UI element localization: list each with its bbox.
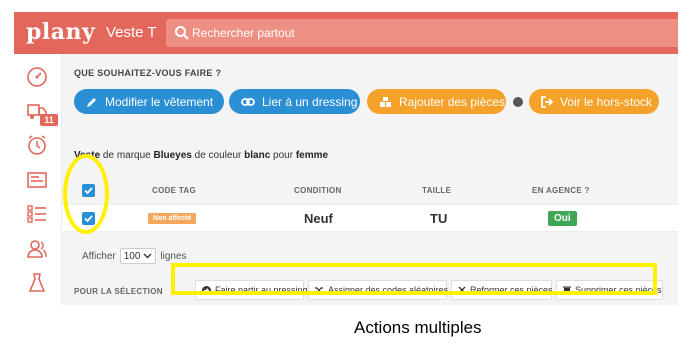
app-logo[interactable]: plany [26, 19, 95, 45]
link-dressing-button[interactable]: Lier à un dressing [229, 89, 360, 114]
link-icon [241, 97, 255, 106]
notification-badge: 11 [40, 114, 58, 126]
page-title: Veste T [106, 24, 157, 41]
condition-value: Neuf [304, 211, 333, 226]
users-icon[interactable] [26, 238, 48, 260]
highlight-circle [63, 154, 109, 234]
sign-out-icon [541, 95, 553, 108]
search-icon [175, 26, 189, 40]
gauge-icon[interactable] [26, 66, 48, 88]
sidebar: 11 [14, 54, 62, 305]
chevron-down-icon [143, 253, 152, 259]
alarm-clock-icon[interactable] [26, 134, 48, 156]
app-window: plany Veste T 11 [14, 12, 678, 305]
out-of-stock-button[interactable]: Voir le hors-stock [529, 89, 659, 114]
search-box[interactable] [166, 19, 678, 47]
column-header-size[interactable]: TAILLE [422, 186, 451, 195]
dress-icon[interactable] [26, 272, 48, 294]
cubes-icon [380, 96, 391, 107]
column-header-code-tag[interactable]: CODE TAG [152, 186, 196, 195]
search-input[interactable] [192, 19, 672, 47]
tag-list-icon[interactable] [26, 169, 48, 191]
tag-status-badge: Non affecté [148, 213, 197, 224]
highlight-rectangle [171, 263, 657, 295]
status-dot [513, 97, 523, 107]
item-description: Veste de marque Blueyes de couleur blanc… [74, 150, 329, 161]
size-value: TU [430, 211, 448, 226]
in-agency-badge: Oui [548, 211, 577, 226]
page-size-select[interactable]: 100 [119, 248, 157, 264]
table-row[interactable]: Non affecté Neuf TU Oui [62, 204, 678, 232]
column-header-condition[interactable]: CONDITION [294, 186, 342, 195]
page-size-control: Afficher 100 lignes [82, 248, 187, 264]
caption: Actions multiples [354, 318, 482, 337]
actions-heading: QUE SOUHAITEZ-VOUS FAIRE ? [74, 68, 222, 78]
pencil-icon [87, 97, 96, 107]
selection-label: POUR LA SÉLECTION [74, 287, 163, 296]
column-header-in-agency[interactable]: EN AGENCE ? [532, 186, 590, 195]
table-header: CODE TAG CONDITION TAILLE EN AGENCE ? [62, 178, 678, 202]
add-parts-button[interactable]: Rajouter des pièces [367, 89, 506, 114]
modify-item-button[interactable]: Modifier le vêtement [74, 89, 224, 114]
top-bar: plany Veste T [14, 12, 678, 54]
checklist-icon[interactable] [26, 203, 48, 225]
